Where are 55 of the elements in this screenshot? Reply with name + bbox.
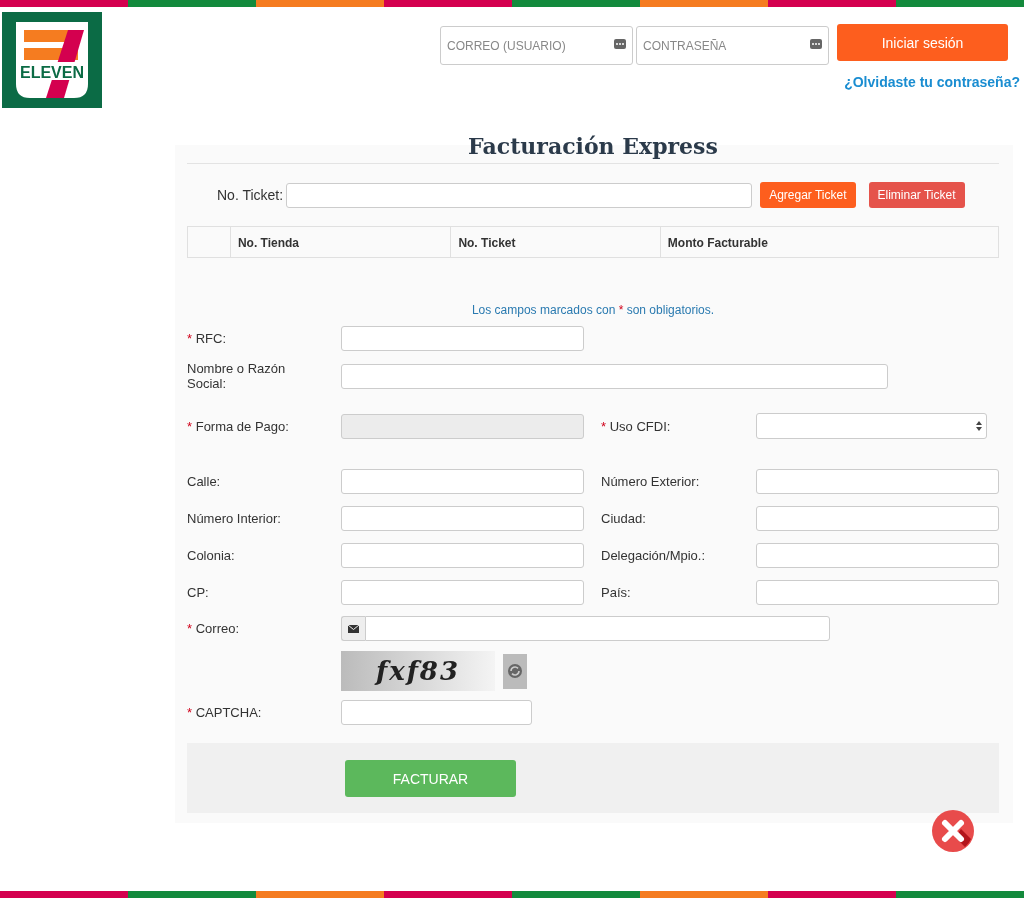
field-label: Nombre o Razón Social:	[187, 361, 287, 391]
required-asterisk: *	[187, 418, 193, 434]
field-label: Número Interior:	[187, 511, 282, 526]
login-button[interactable]: Iniciar sesión	[837, 24, 1008, 61]
envelope-icon	[348, 624, 359, 633]
text-field[interactable]	[756, 580, 999, 605]
text-field[interactable]	[756, 506, 999, 531]
required-asterisk: *	[187, 331, 193, 346]
captcha-image: fxf83	[341, 651, 495, 691]
field-label: País:	[601, 585, 632, 600]
field-label: * RFC:	[187, 331, 228, 346]
field-label: * Forma de Pago:	[187, 418, 290, 434]
password-field[interactable]: CONTRASEÑA	[636, 26, 829, 65]
text-field[interactable]	[756, 469, 999, 494]
field-label: Delegación/Mpio.:	[601, 548, 707, 563]
field-label: * Uso CFDI:	[601, 418, 672, 434]
field-label: Colonia:	[187, 548, 236, 563]
field-label: * CAPTCHA:	[187, 705, 263, 720]
submit-button[interactable]: FACTURAR	[345, 760, 516, 797]
required-asterisk: *	[187, 705, 193, 720]
field-label: Número Exterior:	[601, 474, 701, 489]
text-field[interactable]	[341, 543, 584, 568]
dots-icon	[614, 39, 626, 49]
required-asterisk: *	[187, 621, 193, 636]
close-icon[interactable]	[931, 809, 975, 853]
field-label: Calle:	[187, 474, 222, 489]
email-field[interactable]: CORREO (USUARIO)	[440, 26, 633, 65]
updown-icon	[976, 421, 982, 431]
column-header: No. Ticket	[450, 227, 660, 257]
text-field[interactable]	[341, 580, 584, 605]
add-ticket-button[interactable]: Agregar Ticket	[760, 182, 856, 208]
remove-ticket-button[interactable]: Eliminar Ticket	[868, 182, 965, 208]
field-label: * Correo:	[187, 621, 241, 636]
captcha-field[interactable]	[341, 700, 532, 725]
field-label: Ciudad:	[601, 511, 647, 526]
column-header: No. Tienda	[229, 227, 451, 257]
text-field[interactable]	[756, 543, 999, 568]
text-field[interactable]	[341, 326, 584, 351]
refresh-icon	[507, 663, 523, 679]
dots-icon	[810, 39, 822, 49]
required-note: Los campos marcados con * son obligatorios.	[470, 303, 716, 317]
text-field[interactable]	[341, 506, 584, 531]
page-title: Facturación Express	[187, 133, 999, 164]
ticket-field[interactable]	[286, 182, 753, 208]
text-field[interactable]	[341, 469, 584, 494]
field-label: CP:	[187, 585, 210, 600]
required-asterisk: *	[601, 418, 607, 434]
text-field[interactable]	[341, 363, 888, 389]
field-label: No. Ticket:	[217, 187, 284, 203]
refresh-button[interactable]	[503, 653, 527, 689]
email-field[interactable]	[365, 616, 830, 641]
logo: ELEVEN	[2, 12, 102, 108]
column-header: Monto Facturable	[659, 227, 998, 257]
select-field[interactable]	[756, 413, 987, 439]
forgot-password-link[interactable]: ¿Olvidaste tu contraseña?	[844, 74, 1020, 90]
